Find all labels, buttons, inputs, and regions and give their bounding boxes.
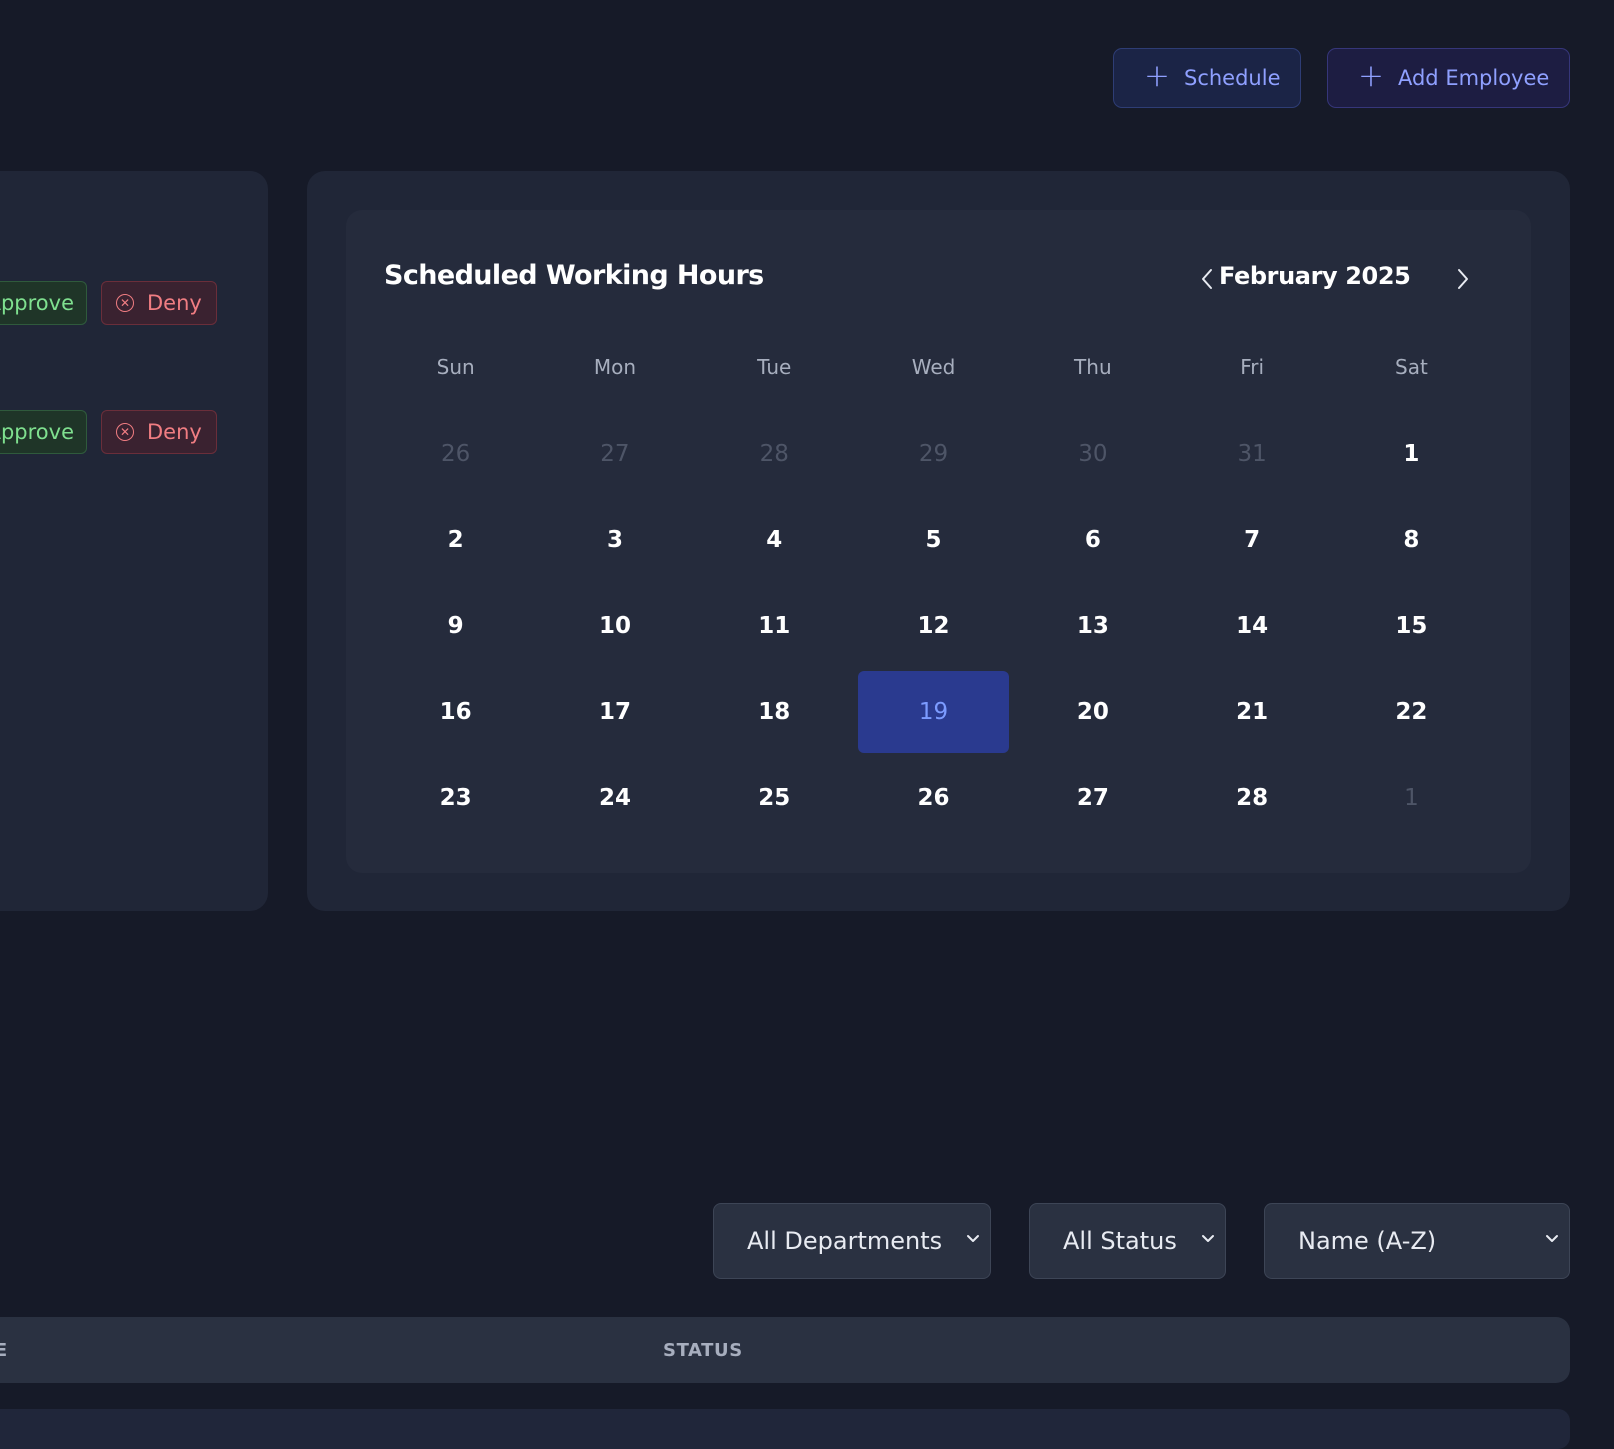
calendar-day[interactable]: 10 (539, 585, 690, 667)
sort-select[interactable]: Name (A-Z) (1264, 1203, 1570, 1279)
chevron-right-icon (1458, 269, 1468, 289)
chevron-down-icon (967, 1235, 979, 1242)
table-header: TE STATUS (0, 1317, 1570, 1383)
calendar-day[interactable]: 20 (1017, 671, 1168, 753)
calendar-day[interactable]: 3 (539, 499, 690, 581)
calendar-day[interactable]: 13 (1017, 585, 1168, 667)
calendar-day[interactable]: 30 (1017, 413, 1168, 495)
calendar-days: 26 27 28 29 30 31 1 2 3 4 5 6 7 8 9 10 11 12 13 14 15 16 17 18 1… (376, 411, 1491, 841)
calendar-day[interactable]: 22 (1336, 671, 1487, 753)
calendar-day[interactable]: 15 (1336, 585, 1487, 667)
add-employee-button-label: Add Employee (1397, 66, 1550, 90)
weekday-label: Sat (1395, 355, 1428, 379)
weekday-label: Thu (1074, 355, 1112, 379)
department-filter-value: All Departments (747, 1227, 943, 1255)
calendar-day[interactable]: 6 (1017, 499, 1168, 581)
close-circle-icon: ✕ (116, 423, 134, 441)
calendar-day[interactable]: 1 (1336, 757, 1487, 839)
schedule-button-label: Schedule (1183, 66, 1281, 90)
month-label: February 2025 (1219, 262, 1411, 290)
plus-icon: + (1358, 58, 1384, 94)
calendar-day[interactable]: 21 (1176, 671, 1327, 753)
schedule-button[interactable]: + Schedule (1113, 48, 1301, 108)
calendar-day[interactable]: 25 (699, 757, 850, 839)
calendar-day[interactable]: 29 (858, 413, 1009, 495)
weekday-label: Fri (1240, 355, 1265, 379)
calendar-day[interactable]: 27 (539, 413, 690, 495)
deny-button-label: Deny (147, 420, 202, 444)
status-filter-select[interactable]: All Status (1029, 1203, 1226, 1279)
calendar-day[interactable]: 8 (1336, 499, 1487, 581)
calendar-day[interactable]: 4 (699, 499, 850, 581)
calendar-day[interactable]: 26 (858, 757, 1009, 839)
weekday-header-row: Sun Mon Tue Wed Thu Fri Sat (376, 355, 1496, 385)
weekday-label: Sun (436, 355, 475, 379)
time-off-requests-panel: Approve ✕ Deny Approve ✕ Deny (0, 171, 268, 911)
calendar-day[interactable]: 12 (858, 585, 1009, 667)
deny-button[interactable]: ✕ Deny (101, 281, 217, 325)
previous-month-button[interactable] (1196, 268, 1218, 290)
calendar-day[interactable]: 1 (1336, 413, 1487, 495)
approve-button-label: Approve (0, 291, 74, 315)
weekday-label: Mon (593, 355, 637, 379)
calendar-day[interactable]: 5 (858, 499, 1009, 581)
plus-icon: + (1144, 58, 1170, 94)
chevron-down-icon (1546, 1235, 1558, 1242)
calendar-grid: Sun Mon Tue Wed Thu Fri Sat 26 27 28 29 30 31 1 2 3 4 5 6… (376, 355, 1496, 811)
table-row[interactable] (0, 1409, 1570, 1449)
department-filter-select[interactable]: All Departments (713, 1203, 991, 1279)
approve-button[interactable]: Approve (0, 281, 87, 325)
calendar-day[interactable]: 2 (380, 499, 531, 581)
chevron-down-icon (1202, 1235, 1214, 1242)
column-header-status: STATUS (663, 1340, 743, 1361)
calendar-day[interactable]: 31 (1176, 413, 1327, 495)
calendar-card: Scheduled Working Hours February 2025 Su… (307, 171, 1570, 911)
calendar-day[interactable]: 28 (699, 413, 850, 495)
approve-button-label: Approve (0, 420, 74, 444)
column-header-date: TE (0, 1340, 8, 1361)
calendar-title: Scheduled Working Hours (384, 260, 764, 291)
weekday-label: Tue (757, 355, 792, 379)
calendar-day[interactable]: 7 (1176, 499, 1327, 581)
calendar-day[interactable]: 28 (1176, 757, 1327, 839)
calendar-day[interactable]: 24 (539, 757, 690, 839)
calendar-day[interactable]: 23 (380, 757, 531, 839)
calendar-day[interactable]: 14 (1176, 585, 1327, 667)
calendar-day[interactable]: 17 (539, 671, 690, 753)
calendar-day[interactable]: 16 (380, 671, 531, 753)
calendar-panel: Scheduled Working Hours February 2025 Su… (346, 210, 1531, 873)
sort-value: Name (A-Z) (1298, 1227, 1437, 1255)
deny-button-label: Deny (147, 291, 202, 315)
calendar-day[interactable]: 11 (699, 585, 850, 667)
deny-button[interactable]: ✕ Deny (101, 410, 217, 454)
approve-button[interactable]: Approve (0, 410, 87, 454)
chevron-left-icon (1202, 269, 1212, 289)
close-circle-icon: ✕ (116, 294, 134, 312)
calendar-day[interactable]: 27 (1017, 757, 1168, 839)
weekday-label: Wed (911, 355, 956, 379)
calendar-day[interactable]: 18 (699, 671, 850, 753)
calendar-day[interactable]: 9 (380, 585, 531, 667)
calendar-day-today[interactable]: 19 (857, 671, 1010, 753)
next-month-button[interactable] (1452, 268, 1474, 290)
add-employee-button[interactable]: + Add Employee (1327, 48, 1570, 108)
status-filter-value: All Status (1063, 1227, 1177, 1255)
calendar-day[interactable]: 26 (380, 413, 531, 495)
